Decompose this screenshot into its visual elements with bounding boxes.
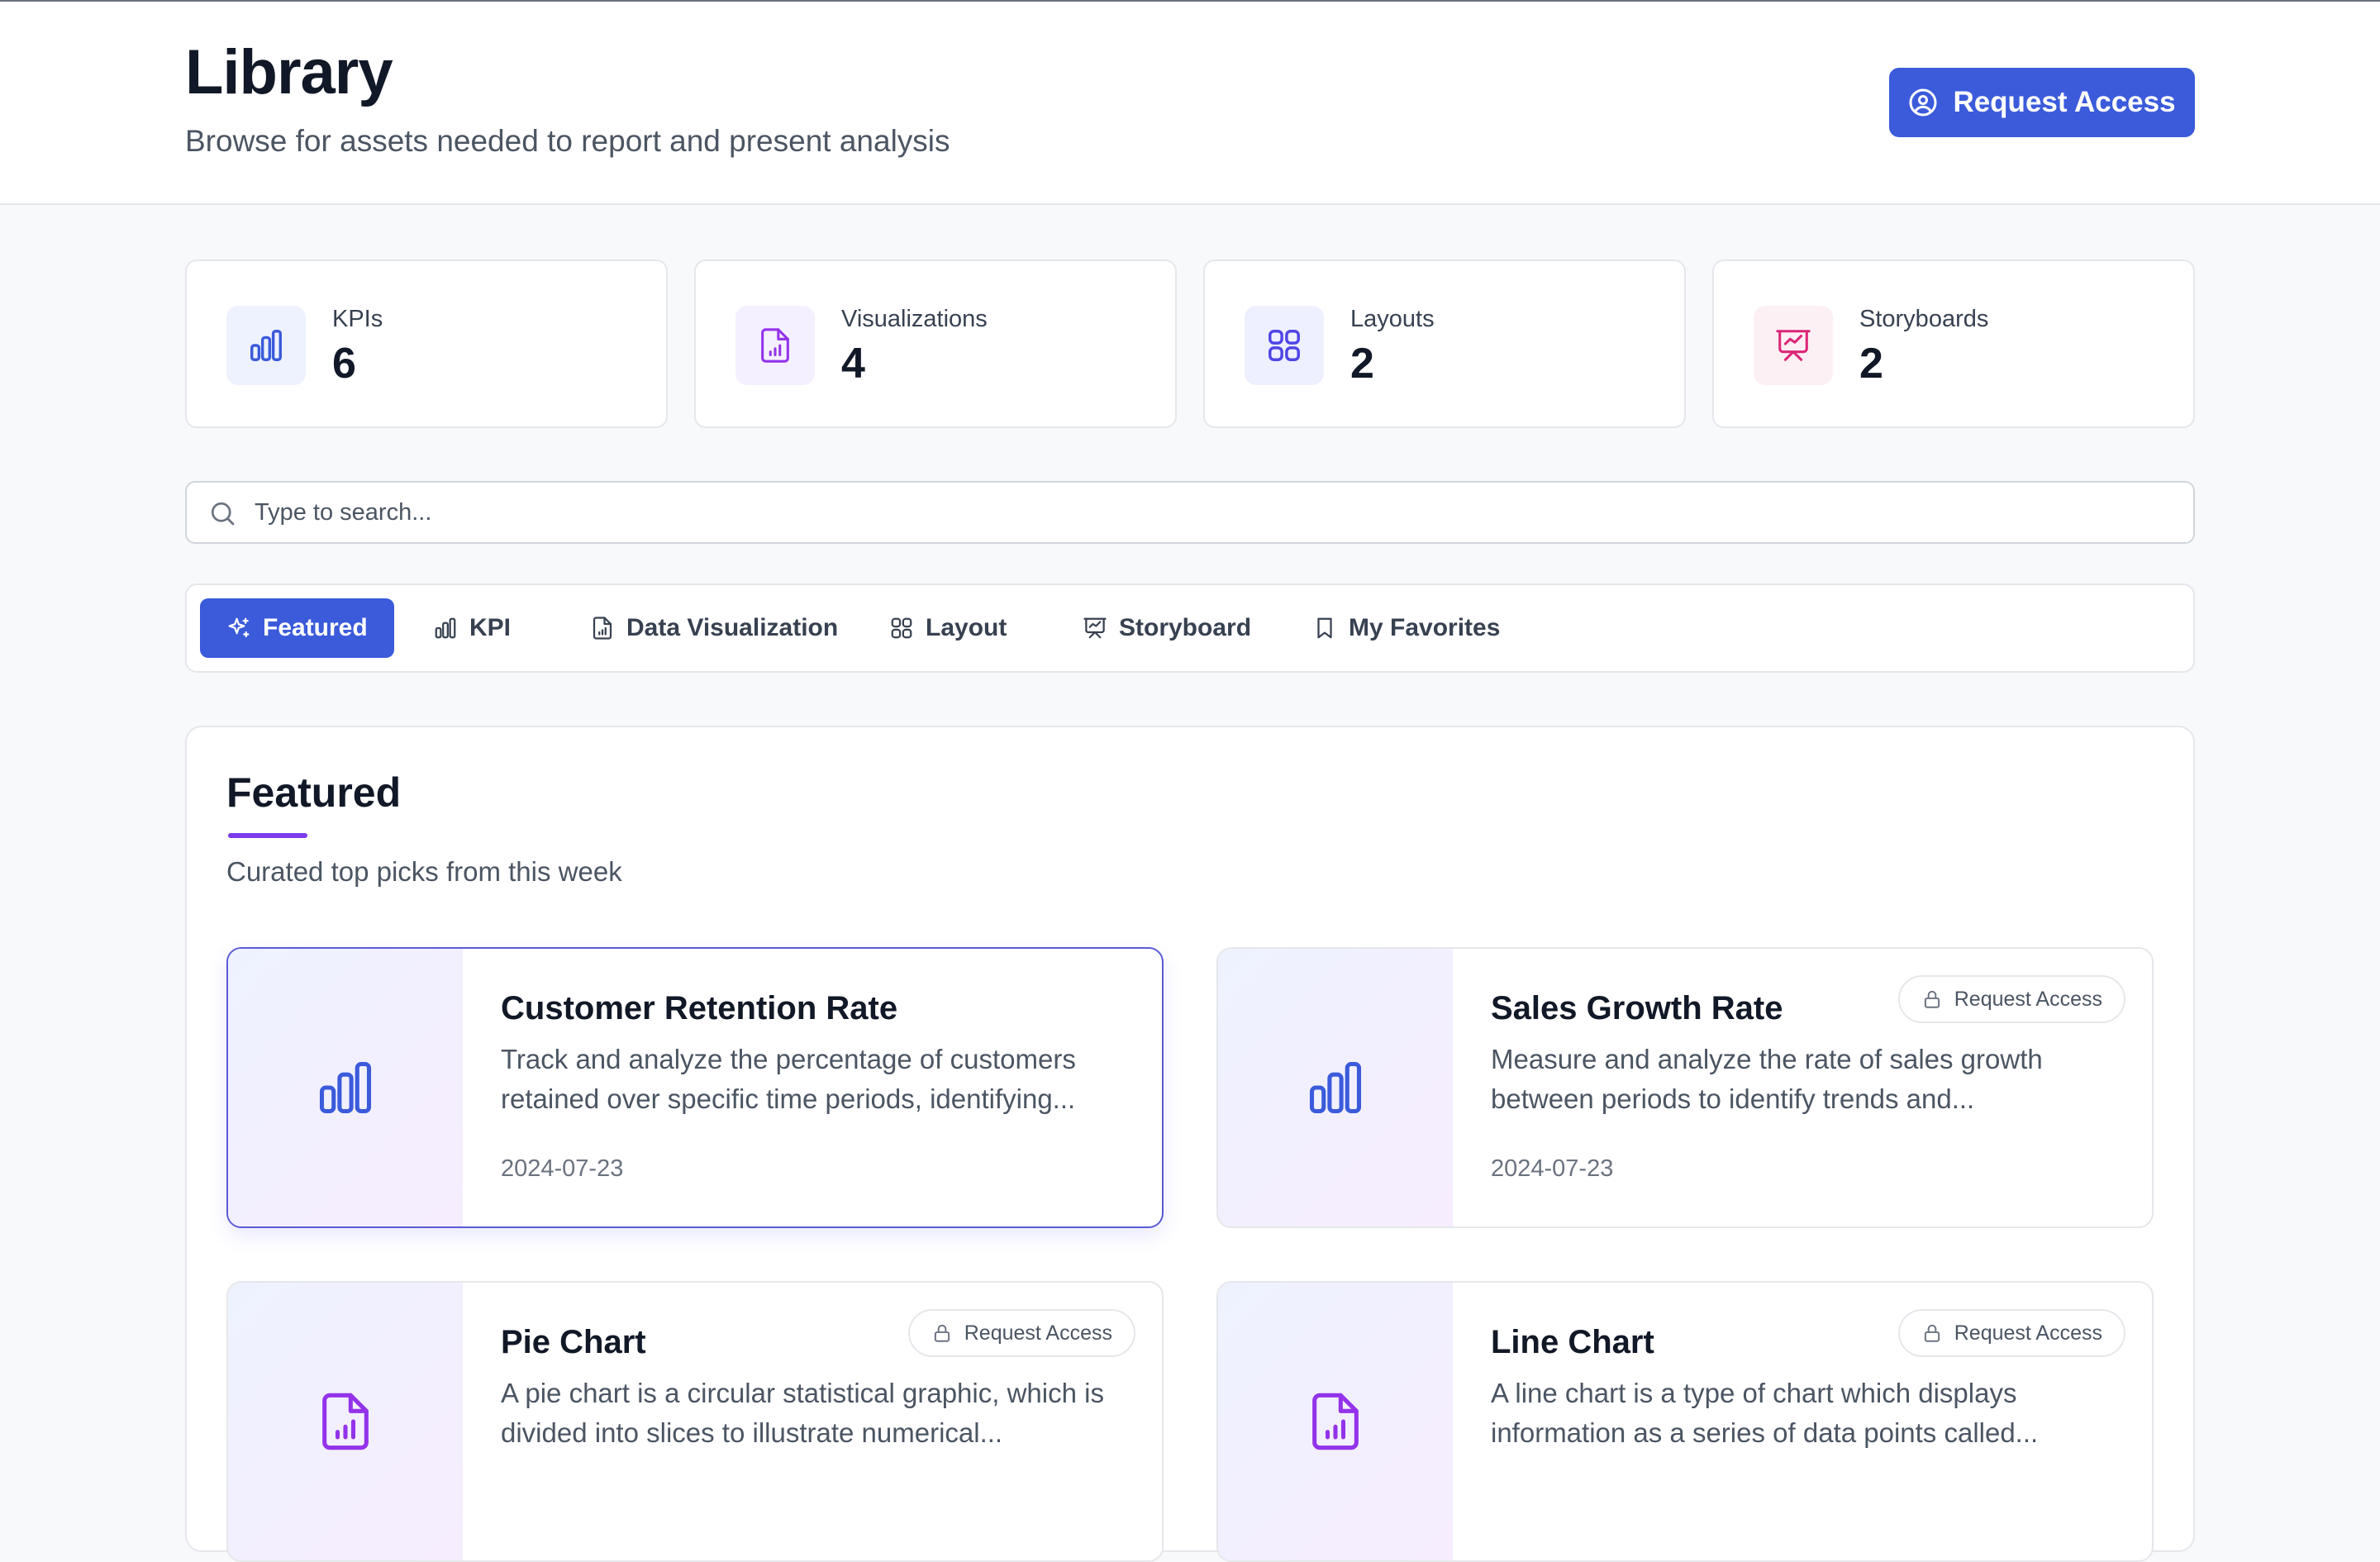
asset-card-sales-growth-rate[interactable]: Request Access Sales Growth Rate Measure… <box>1216 947 2154 1228</box>
tab-label: My Favorites <box>1349 614 1501 641</box>
stat-card-layouts[interactable]: Layouts 2 <box>1203 260 1686 428</box>
stat-icon-container <box>1245 306 1324 385</box>
bar-chart-icon <box>319 1061 372 1114</box>
section-title: Featured <box>226 769 402 816</box>
section-title-underline <box>228 833 307 838</box>
asset-card-line-chart[interactable]: Request Access Line Chart A line chart i… <box>1216 1281 2154 1562</box>
stat-label: KPIs <box>332 306 383 332</box>
stat-icon-container <box>226 306 306 385</box>
presentation-icon <box>1776 330 1811 361</box>
sparkles-icon <box>228 617 250 638</box>
tab-label: Layout <box>926 614 1007 641</box>
request-access-pill-label: Request Access <box>1954 1321 2102 1345</box>
section-subtitle: Curated top picks from this week <box>226 856 622 887</box>
tab-label: KPI <box>469 614 512 641</box>
asset-thumbnail <box>228 949 463 1226</box>
tab-storyboard[interactable]: Storyboard <box>1056 598 1278 658</box>
tab-layout[interactable]: Layout <box>863 598 1033 658</box>
category-tabs: Featured KPI Data Visualization Layout S… <box>185 583 2195 673</box>
stat-label: Layouts <box>1350 306 1435 332</box>
asset-title: Sales Growth Rate <box>1491 990 1783 1026</box>
stat-card-storyboards[interactable]: Storyboards 2 <box>1712 260 2195 428</box>
file-chart-icon <box>1312 1393 1359 1450</box>
featured-panel: Featured Curated top picks from this wee… <box>185 726 2195 1562</box>
tab-label: Storyboard <box>1119 614 1252 641</box>
page-subtitle: Browse for assets needed to report and p… <box>185 124 950 158</box>
file-chart-icon <box>593 617 612 640</box>
asset-date: 2024-07-23 <box>501 1155 624 1182</box>
request-access-button[interactable]: Request Access <box>1889 68 2195 137</box>
stat-value: 6 <box>332 340 356 388</box>
request-access-pill[interactable]: Request Access <box>1897 975 2125 1023</box>
tab-label: Data Visualization <box>626 614 839 641</box>
stat-value: 2 <box>1859 340 1883 388</box>
stat-value: 4 <box>841 340 865 388</box>
tab-data-visualization[interactable]: Data Visualization <box>564 598 864 658</box>
file-chart-icon <box>761 328 789 363</box>
request-access-label: Request Access <box>1953 86 2176 118</box>
bookmark-icon <box>1317 617 1332 639</box>
request-access-pill-label: Request Access <box>1954 987 2102 1011</box>
asset-date: 2024-07-23 <box>1491 1155 1614 1182</box>
search-bar <box>185 481 2195 544</box>
grid-icon <box>891 617 912 639</box>
asset-description: A pie chart is a circular statistical gr… <box>501 1378 1104 1448</box>
asset-description: A line chart is a type of chart which di… <box>1491 1378 2039 1448</box>
lock-icon <box>1924 990 1940 1008</box>
stat-label: Storyboards <box>1859 306 1989 332</box>
search-icon <box>211 502 235 526</box>
page-header: Library Browse for assets needed to repo… <box>0 2 2380 205</box>
stat-icon-container <box>735 306 815 385</box>
asset-title: Customer Retention Rate <box>501 990 898 1026</box>
asset-card-customer-retention-rate[interactable]: Customer Retention Rate Track and analyz… <box>226 947 1164 1228</box>
tab-my-favorites[interactable]: My Favorites <box>1286 598 1526 658</box>
bar-chart-icon <box>250 330 282 361</box>
search-input[interactable] <box>255 483 2172 542</box>
asset-thumbnail <box>1218 949 1453 1226</box>
user-circle-icon <box>1909 88 1937 117</box>
tab-label: Featured <box>263 614 368 641</box>
page-title: Library <box>185 37 393 107</box>
grid-icon <box>1269 330 1300 361</box>
asset-thumbnail <box>228 1283 463 1560</box>
request-access-pill[interactable]: Request Access <box>907 1309 1135 1357</box>
asset-description: Track and analyze the percentage of cust… <box>501 1044 1076 1114</box>
tab-featured[interactable]: Featured <box>200 598 394 658</box>
asset-title: Pie Chart <box>501 1324 646 1360</box>
lock-icon <box>934 1324 950 1342</box>
asset-title: Line Chart <box>1491 1324 1654 1360</box>
asset-description: Measure and analyze the rate of sales gr… <box>1491 1044 2043 1114</box>
asset-card-pie-chart[interactable]: Request Access Pie Chart A pie chart is … <box>226 1281 1164 1562</box>
bar-chart-icon <box>1309 1061 1362 1114</box>
stat-icon-container <box>1754 306 1833 385</box>
stat-card-kpis[interactable]: KPIs 6 <box>185 260 668 428</box>
request-access-pill-label: Request Access <box>964 1321 1112 1345</box>
stat-card-visualizations[interactable]: Visualizations 4 <box>694 260 1177 428</box>
stat-value: 2 <box>1350 340 1374 388</box>
stat-label: Visualizations <box>841 306 988 332</box>
tab-kpi[interactable]: KPI <box>407 598 537 658</box>
request-access-pill[interactable]: Request Access <box>1897 1309 2125 1357</box>
bar-chart-icon <box>435 617 456 639</box>
asset-thumbnail <box>1218 1283 1453 1560</box>
lock-icon <box>1924 1324 1940 1342</box>
presentation-icon <box>1083 617 1107 639</box>
file-chart-icon <box>322 1393 369 1450</box>
